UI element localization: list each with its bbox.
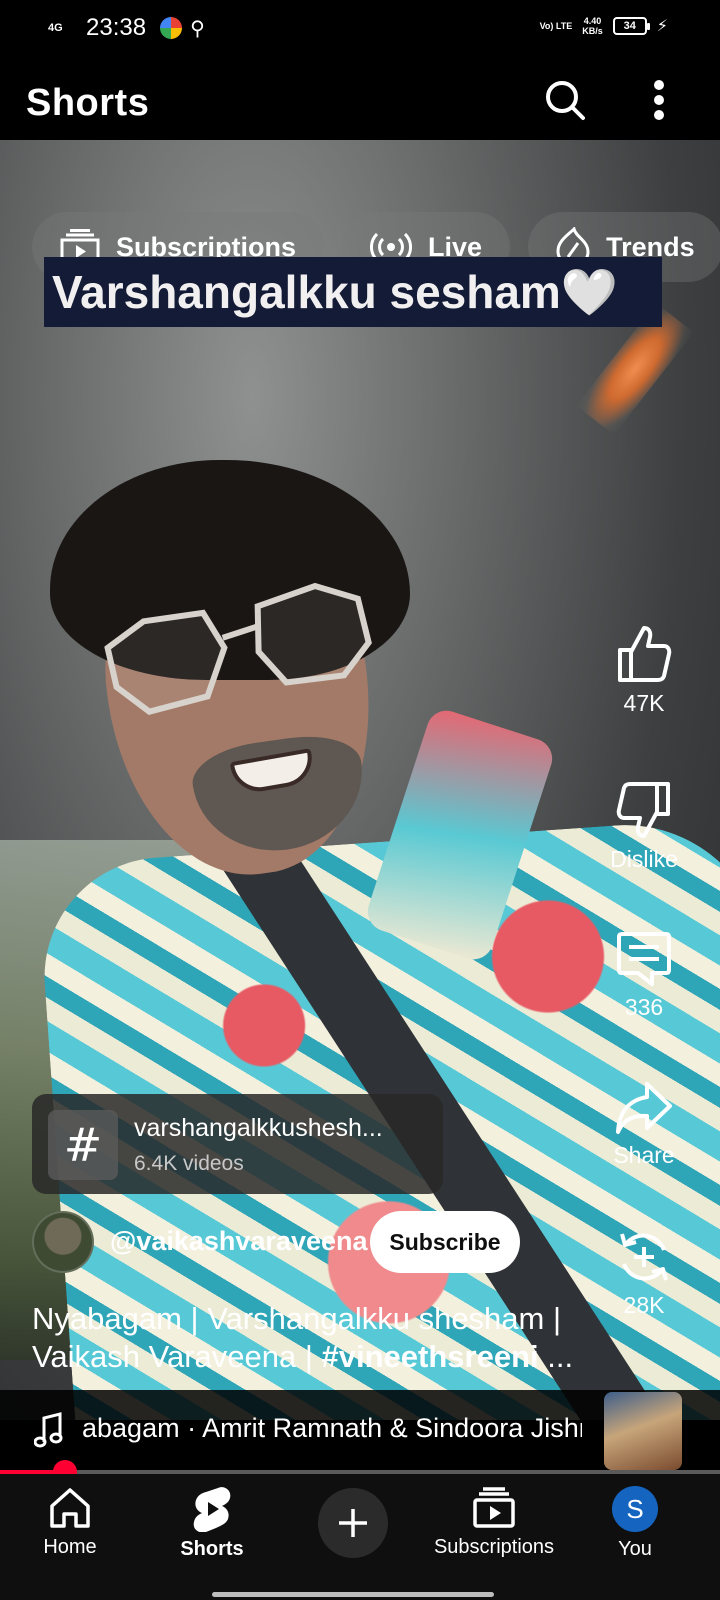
status-left: 4G 23:38 ⚲: [48, 14, 205, 42]
search-icon: [546, 81, 585, 120]
nav-you[interactable]: S You: [570, 1486, 700, 1561]
nav-home[interactable]: Home: [5, 1486, 135, 1559]
subscribe-button[interactable]: Subscribe: [370, 1211, 520, 1273]
music-bar[interactable]: abagam · Amrit Ramnath & Sindoora Jishnu: [0, 1390, 720, 1472]
bottom-nav: Home Shorts Subscriptions S You: [0, 1474, 720, 1600]
video-title-ellipsis: ...: [538, 1339, 574, 1374]
video-title[interactable]: Nyabagam | Varshangalkku shesham | Vaika…: [32, 1300, 592, 1376]
video-title-line2: Vaikash Varaveena |: [32, 1339, 322, 1374]
subscriptions-icon: [473, 1487, 515, 1528]
share-icon: [616, 1082, 672, 1134]
account-avatar: S: [612, 1486, 658, 1532]
nav-home-label: Home: [43, 1536, 97, 1558]
status-right: Vo) LTE 4.40 KB/s 34 ⚡: [540, 16, 668, 36]
music-title: abagam · Amrit Ramnath & Sindoora Jishnu: [82, 1413, 582, 1443]
channel-handle[interactable]: @vaikashvaraveena: [110, 1226, 368, 1257]
comments-button[interactable]: 336: [594, 930, 694, 1021]
remix-icon: [620, 1233, 668, 1281]
video-title-line1: Nyabagam | Varshangalkku shesham |: [32, 1301, 562, 1336]
channel-avatar[interactable]: [32, 1211, 94, 1273]
shorts-icon: [193, 1487, 231, 1532]
like-count: 47K: [623, 690, 665, 716]
dislike-label: Dislike: [610, 846, 678, 872]
create-button[interactable]: [318, 1488, 388, 1558]
dislike-button[interactable]: Dislike: [594, 780, 694, 873]
thumb-down-icon: [616, 782, 670, 838]
usb-icon: ⚲: [190, 17, 205, 40]
comment-count: 336: [624, 994, 664, 1020]
nav-you-label: You: [618, 1538, 652, 1560]
network-speed: 4.40 KB/s: [582, 16, 603, 36]
more-vert-icon: [654, 80, 664, 120]
plus-icon: [339, 1509, 367, 1537]
like-button[interactable]: 47K: [594, 624, 694, 717]
search-button[interactable]: [543, 78, 587, 122]
page-title: Shorts: [26, 82, 150, 124]
network-speed-value: 4.40: [583, 16, 602, 26]
remix-count: 28K: [623, 1292, 665, 1318]
video-caption-overlay: Varshangalkku sesham🤍: [44, 257, 662, 327]
hashtag-icon: #: [48, 1110, 118, 1180]
share-label: Share: [613, 1142, 675, 1168]
gesture-handle[interactable]: [212, 1592, 494, 1597]
hashtag-name: varshangalkkushesh...: [134, 1114, 383, 1142]
nav-shorts-label: Shorts: [180, 1538, 244, 1560]
nav-shorts[interactable]: Shorts: [147, 1486, 277, 1561]
network-speed-unit: KB/s: [582, 26, 603, 36]
hashtag-card[interactable]: # varshangalkkushesh... 6.4K videos: [32, 1094, 443, 1194]
app-notification-icon: [160, 17, 183, 39]
battery-level: 34: [623, 20, 636, 32]
remix-button[interactable]: 28K: [594, 1228, 694, 1319]
status-bar: 4G 23:38 ⚲ Vo) LTE 4.40 KB/s 34 ⚡: [0, 0, 720, 56]
hashtag-video-count: 6.4K videos: [134, 1152, 244, 1175]
comment-icon: [617, 932, 671, 986]
battery-icon: 34: [612, 17, 650, 35]
more-options-button[interactable]: [637, 78, 681, 122]
nav-subscriptions-label: Subscriptions: [433, 1536, 555, 1558]
network-indicator: 4G: [48, 21, 63, 34]
clock: 23:38: [86, 14, 147, 41]
home-icon: [50, 1488, 90, 1528]
volte-indicator: Vo) LTE: [539, 21, 573, 31]
nav-subscriptions[interactable]: Subscriptions: [429, 1486, 559, 1559]
app-bar: Shorts: [0, 56, 720, 140]
charging-icon: ⚡: [656, 18, 668, 35]
music-note-icon: [34, 1412, 63, 1448]
music-album-thumbnail[interactable]: [604, 1392, 682, 1470]
share-button[interactable]: Share: [594, 1080, 694, 1169]
video-title-hashtag[interactable]: #vineethsreeni: [322, 1339, 539, 1374]
thumb-up-icon: [618, 626, 672, 682]
